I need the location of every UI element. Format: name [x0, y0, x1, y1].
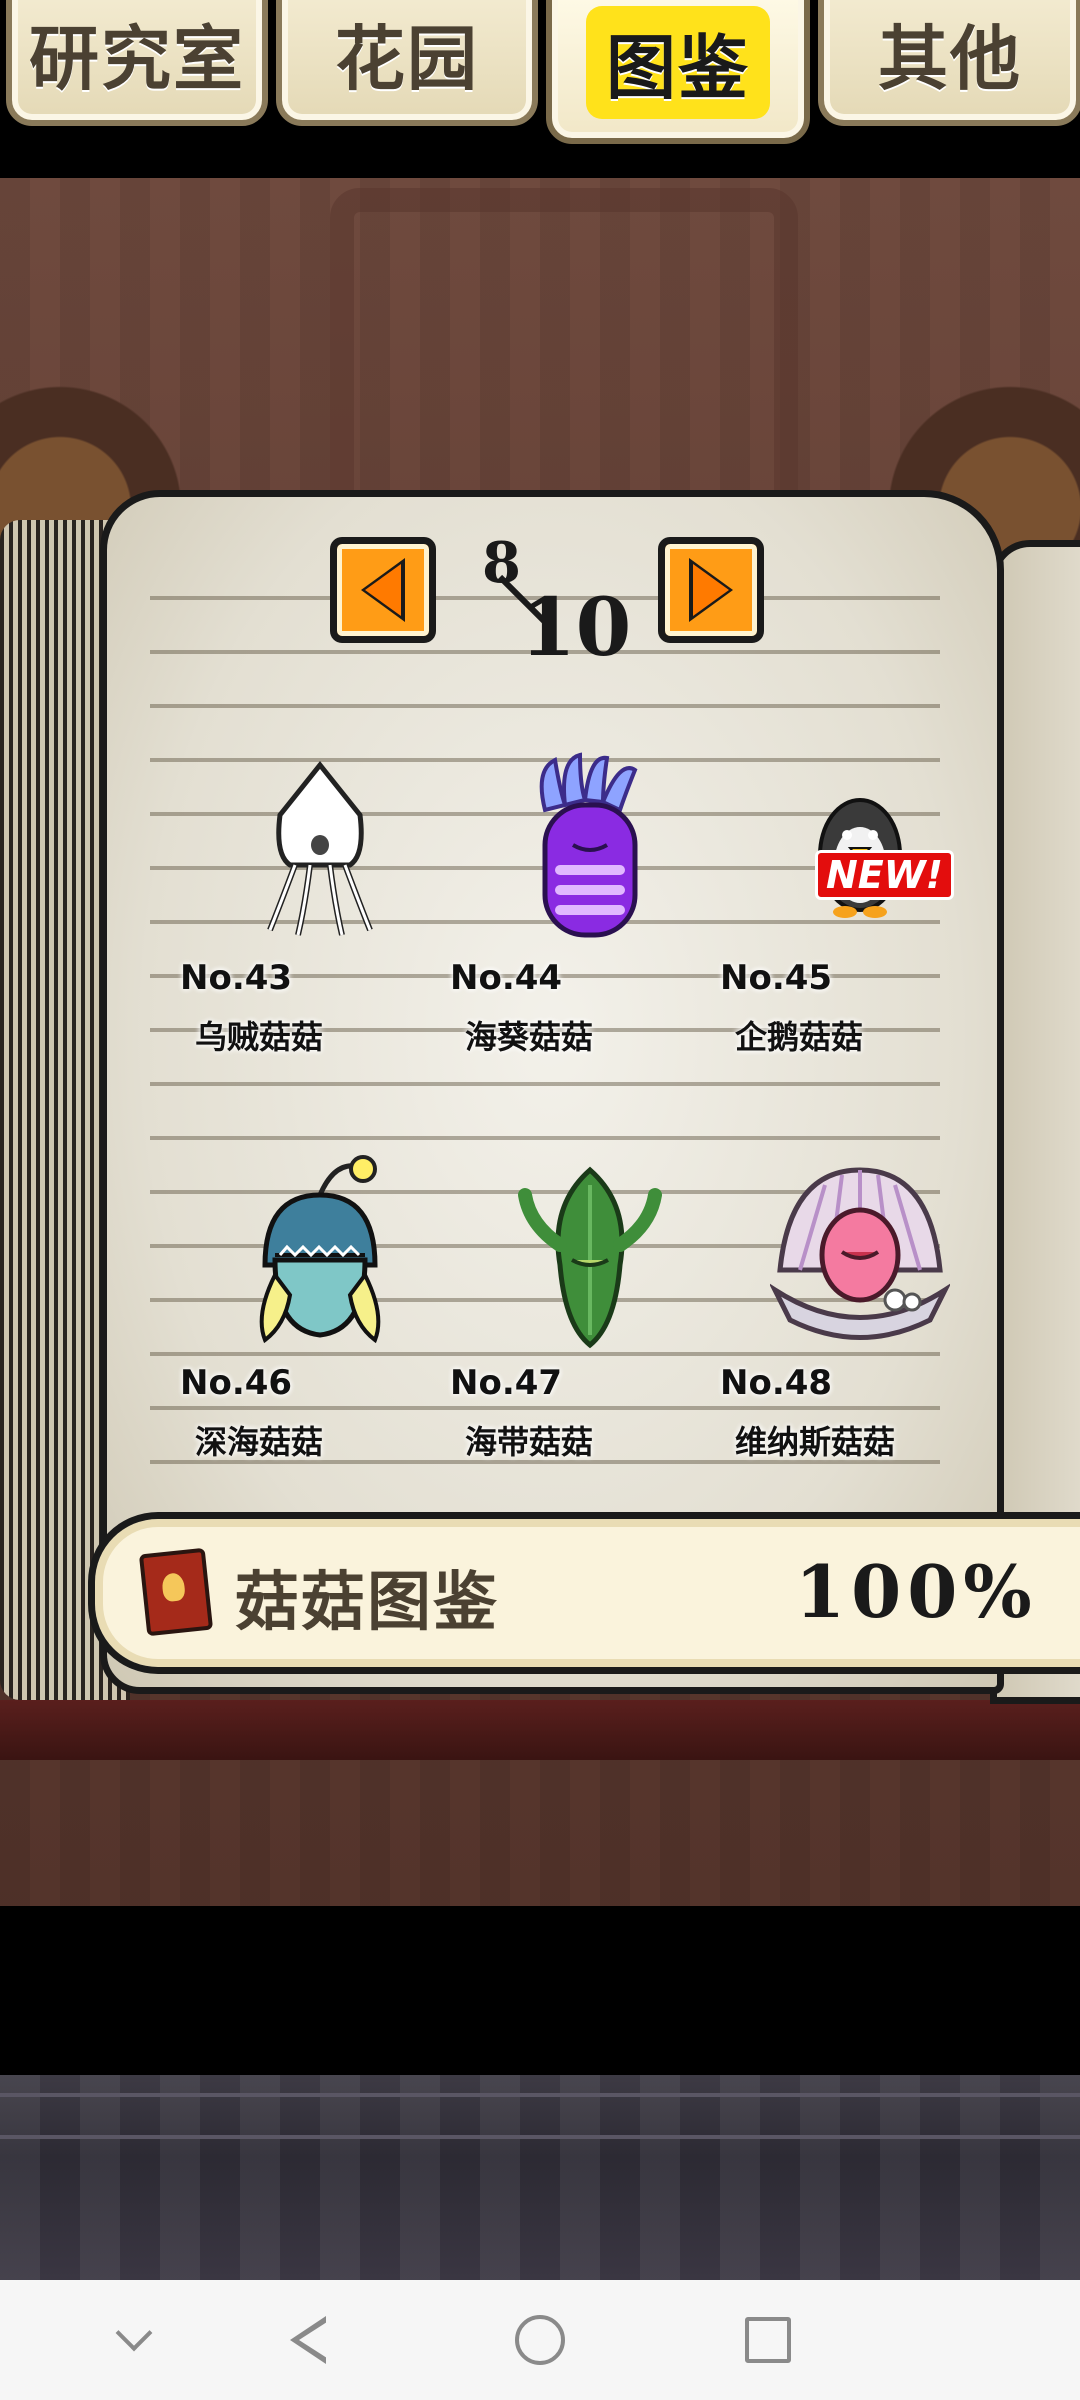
entry-name: 企鹅菇菇: [735, 1018, 864, 1056]
book-icon: [138, 1547, 214, 1637]
book-cover-edge: [0, 1700, 1080, 1760]
decorative-bottom-strip: [0, 2075, 1080, 2280]
entry-48[interactable]: No.48 维纳斯菇菇: [720, 1145, 995, 1475]
anglerfish-mushroom-icon: [185, 1145, 455, 1365]
tab-other-label: 其他: [878, 17, 1022, 100]
entry-43[interactable]: No.43 乌贼菇菇: [180, 740, 455, 1070]
tab-garden-label: 花园: [335, 17, 479, 100]
entry-name: 维纳斯菇菇: [735, 1423, 896, 1461]
entry-46[interactable]: No.46 深海菇菇: [180, 1145, 455, 1475]
prev-page-button[interactable]: [330, 537, 436, 643]
right-arrow-icon: [693, 564, 729, 616]
recent-apps-icon[interactable]: [736, 2308, 800, 2372]
tab-lab-label: 研究室: [29, 17, 245, 100]
progress-label: 菇菇图鉴: [235, 1566, 499, 1640]
tab-lab[interactable]: 研究室: [6, 0, 268, 126]
home-icon[interactable]: [508, 2308, 572, 2372]
entry-number: No.47: [450, 1363, 563, 1403]
progress-percent: 100%: [795, 1549, 1038, 1634]
new-badge: NEW!: [815, 850, 955, 900]
back-icon[interactable]: [276, 2308, 340, 2372]
entry-name: 海带菇菇: [465, 1423, 594, 1461]
tab-other[interactable]: 其他: [818, 0, 1080, 126]
entry-number: No.44: [450, 958, 563, 998]
entry-name: 深海菇菇: [195, 1423, 324, 1461]
current-page: 8: [482, 530, 521, 596]
entry-name: 海葵菇菇: [465, 1018, 594, 1056]
entry-45[interactable]: NEW! No.45 企鹅菇菇: [720, 740, 995, 1070]
tab-garden[interactable]: 花园: [276, 0, 538, 126]
chevron-down-icon[interactable]: [102, 2308, 166, 2372]
anemone-mushroom-icon: [455, 740, 725, 960]
tab-bar: 研究室 花园 图鉴 其他: [0, 0, 1080, 178]
progress-value: 100: [795, 1549, 964, 1634]
entry-number: No.48: [720, 1363, 833, 1403]
page-indicator: 8 10: [470, 530, 632, 680]
kelp-mushroom-icon: [455, 1145, 725, 1365]
system-nav-bar: [0, 2280, 1080, 2400]
entry-number: No.45: [720, 958, 833, 998]
venus-shell-mushroom-icon: [725, 1145, 995, 1365]
entry-47[interactable]: No.47 海带菇菇: [450, 1145, 725, 1475]
next-page-button[interactable]: [658, 537, 764, 643]
tab-encyclopedia-label: 图鉴: [592, 11, 764, 113]
entry-number: No.46: [180, 1363, 293, 1403]
left-arrow-icon: [365, 564, 401, 616]
collection-progress-banner: 菇菇图鉴 100%: [88, 1512, 1080, 1674]
entry-name: 乌贼菇菇: [195, 1018, 324, 1056]
total-pages: 10: [520, 580, 632, 674]
entry-number: No.43: [180, 958, 293, 998]
tab-encyclopedia[interactable]: 图鉴: [546, 0, 810, 144]
progress-unit: %: [963, 1549, 1038, 1634]
squid-mushroom-icon: [185, 740, 455, 960]
entry-44[interactable]: No.44 海葵菇菇: [450, 740, 725, 1070]
